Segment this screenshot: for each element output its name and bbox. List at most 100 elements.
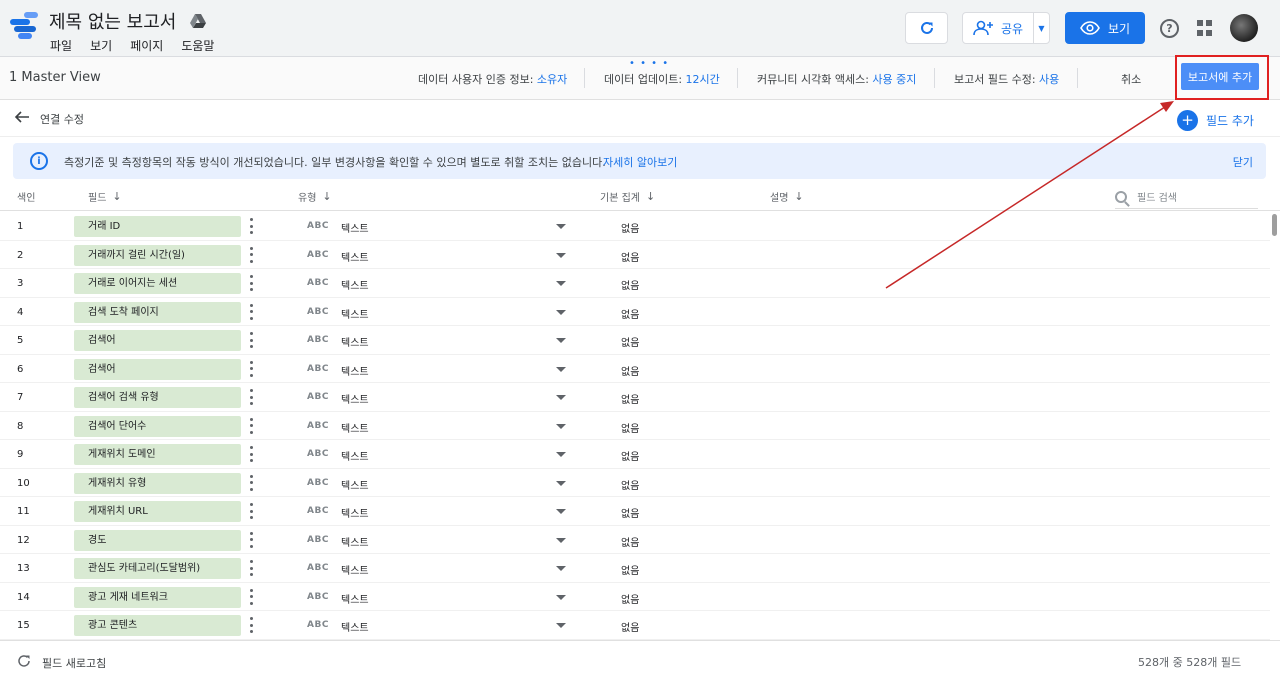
apps-grid-icon[interactable] bbox=[1197, 20, 1213, 36]
default-aggregation[interactable]: 없음 bbox=[621, 534, 639, 549]
default-aggregation[interactable]: 없음 bbox=[621, 363, 639, 378]
field-type-select[interactable]: 텍스트 bbox=[341, 591, 369, 606]
default-aggregation[interactable]: 없음 bbox=[621, 220, 639, 235]
dropdown-arrow-icon[interactable] bbox=[556, 281, 566, 286]
header-description[interactable]: 설명 ↓ bbox=[770, 189, 804, 204]
menu-help[interactable]: 도움말 bbox=[181, 37, 214, 54]
more-options-icon[interactable] bbox=[249, 360, 253, 377]
sort-arrow-icon[interactable]: ↓ bbox=[646, 190, 655, 203]
field-type-select[interactable]: 텍스트 bbox=[341, 391, 369, 406]
back-arrow-icon[interactable] bbox=[14, 109, 30, 125]
more-options-icon[interactable] bbox=[249, 503, 253, 519]
view-mode-button[interactable]: 보기 bbox=[1065, 12, 1145, 44]
dropdown-arrow-icon[interactable] bbox=[556, 452, 566, 457]
refresh-fields-icon[interactable] bbox=[17, 654, 31, 668]
dropdown-arrow-icon[interactable] bbox=[556, 395, 566, 400]
community-value[interactable]: 사용 중지 bbox=[872, 73, 916, 86]
more-options-icon[interactable] bbox=[249, 617, 253, 633]
credentials-value[interactable]: 소유자 bbox=[537, 73, 567, 86]
community-viz-setting[interactable]: 커뮤니티 시각화 액세스: 사용 중지 bbox=[757, 71, 916, 87]
dropdown-arrow-icon[interactable] bbox=[556, 423, 566, 429]
scrollbar-thumb[interactable] bbox=[1272, 214, 1277, 236]
default-aggregation[interactable]: 없음 bbox=[621, 391, 639, 406]
more-options-icon[interactable] bbox=[249, 531, 253, 548]
menu-file[interactable]: 파일 bbox=[50, 37, 72, 54]
field-name-chip[interactable]: 검색어 bbox=[74, 330, 241, 351]
more-options-icon[interactable] bbox=[249, 417, 253, 434]
default-aggregation[interactable]: 없음 bbox=[621, 420, 639, 435]
refresh-fields-button[interactable]: 필드 새로고침 bbox=[42, 655, 106, 671]
dropdown-arrow-icon[interactable] bbox=[556, 309, 566, 315]
default-aggregation[interactable]: 없음 bbox=[621, 249, 639, 264]
field-name-chip[interactable]: 검색어 bbox=[74, 358, 241, 380]
dropdown-arrow-icon[interactable] bbox=[556, 338, 566, 343]
field-type-select[interactable]: 텍스트 bbox=[341, 534, 369, 549]
menu-view[interactable]: 보기 bbox=[90, 37, 112, 54]
default-aggregation[interactable]: 없음 bbox=[621, 334, 639, 349]
field-type-select[interactable]: 텍스트 bbox=[341, 334, 369, 349]
dropdown-arrow-icon[interactable] bbox=[556, 509, 566, 514]
field-type-select[interactable]: 텍스트 bbox=[341, 420, 369, 435]
default-aggregation[interactable]: 없음 bbox=[621, 562, 639, 577]
report-title[interactable]: 제목 없는 보고서 bbox=[49, 8, 176, 34]
field-name-chip[interactable]: 경도 bbox=[74, 529, 241, 551]
more-options-icon[interactable] bbox=[249, 246, 253, 263]
sort-arrow-icon[interactable]: ↓ bbox=[112, 190, 121, 203]
freshness-value[interactable]: 12시간 bbox=[686, 73, 720, 86]
field-name-chip[interactable]: 광고 콘텐츠 bbox=[74, 615, 241, 636]
edit-connection-link[interactable]: 연결 수정 bbox=[40, 111, 84, 127]
dropdown-arrow-icon[interactable] bbox=[556, 224, 566, 229]
field-name-chip[interactable]: 관심도 카테고리(도달범위) bbox=[74, 558, 241, 579]
field-type-select[interactable]: 텍스트 bbox=[341, 249, 369, 264]
default-aggregation[interactable]: 없음 bbox=[621, 505, 639, 520]
dropdown-arrow-icon[interactable] bbox=[556, 480, 566, 486]
field-name-chip[interactable]: 게재위치 도메인 bbox=[74, 444, 241, 465]
sort-arrow-icon[interactable]: ↓ bbox=[794, 190, 803, 203]
header-aggregation[interactable]: 기본 집계 ↓ bbox=[600, 189, 655, 204]
more-options-icon[interactable] bbox=[249, 303, 253, 320]
drag-handle-icon[interactable]: • • • • bbox=[629, 59, 669, 69]
refresh-data-button[interactable] bbox=[905, 12, 948, 44]
dropdown-arrow-icon[interactable] bbox=[556, 623, 566, 628]
more-options-icon[interactable] bbox=[249, 389, 253, 405]
dismiss-banner-button[interactable]: 닫기 bbox=[1233, 154, 1253, 170]
header-type[interactable]: 유형 ↓ bbox=[298, 189, 332, 204]
data-studio-logo-icon[interactable] bbox=[10, 12, 38, 42]
field-name-chip[interactable]: 검색 도착 페이지 bbox=[74, 301, 241, 323]
more-options-icon[interactable] bbox=[249, 588, 253, 605]
share-dropdown-icon[interactable]: ▼ bbox=[1033, 13, 1049, 43]
credentials-setting[interactable]: 데이터 사용자 인증 정보: 소유자 bbox=[418, 71, 567, 87]
help-icon[interactable]: ? bbox=[1160, 19, 1179, 38]
default-aggregation[interactable]: 없음 bbox=[621, 591, 639, 606]
more-options-icon[interactable] bbox=[249, 446, 253, 462]
field-search-input[interactable]: 필드 검색 bbox=[1115, 185, 1258, 209]
field-type-select[interactable]: 텍스트 bbox=[341, 277, 369, 292]
more-options-icon[interactable] bbox=[249, 474, 253, 491]
menu-page[interactable]: 페이지 bbox=[130, 37, 163, 54]
field-name-chip[interactable]: 게재위치 URL bbox=[74, 501, 241, 522]
dropdown-arrow-icon[interactable] bbox=[556, 566, 566, 571]
field-type-select[interactable]: 텍스트 bbox=[341, 477, 369, 492]
field-edit-value[interactable]: 사용 bbox=[1039, 73, 1059, 86]
field-editing-setting[interactable]: 보고서 필드 수정: 사용 bbox=[954, 71, 1059, 87]
field-name-chip[interactable]: 광고 게재 네트워크 bbox=[74, 586, 241, 608]
header-field[interactable]: 필드 ↓ bbox=[88, 189, 122, 204]
default-aggregation[interactable]: 없음 bbox=[621, 477, 639, 492]
field-name-chip[interactable]: 거래 ID bbox=[74, 216, 241, 237]
more-options-icon[interactable] bbox=[249, 332, 253, 348]
default-aggregation[interactable]: 없음 bbox=[621, 619, 639, 634]
share-button[interactable]: 공유 ▼ bbox=[962, 12, 1050, 44]
dropdown-arrow-icon[interactable] bbox=[556, 366, 566, 372]
field-name-chip[interactable]: 거래로 이어지는 세션 bbox=[74, 273, 241, 294]
default-aggregation[interactable]: 없음 bbox=[621, 277, 639, 292]
add-to-report-button[interactable]: 보고서에 추가 bbox=[1181, 63, 1259, 90]
field-type-select[interactable]: 텍스트 bbox=[341, 448, 369, 463]
dropdown-arrow-icon[interactable] bbox=[556, 594, 566, 600]
add-field-button[interactable]: + 필드 추가 bbox=[1177, 110, 1254, 131]
field-name-chip[interactable]: 검색어 단어수 bbox=[74, 415, 241, 437]
default-aggregation[interactable]: 없음 bbox=[621, 448, 639, 463]
more-options-icon[interactable] bbox=[249, 275, 253, 291]
field-name-chip[interactable]: 거래까지 걸린 시간(일) bbox=[74, 244, 241, 266]
field-type-select[interactable]: 텍스트 bbox=[341, 306, 369, 321]
account-avatar[interactable] bbox=[1230, 14, 1258, 42]
